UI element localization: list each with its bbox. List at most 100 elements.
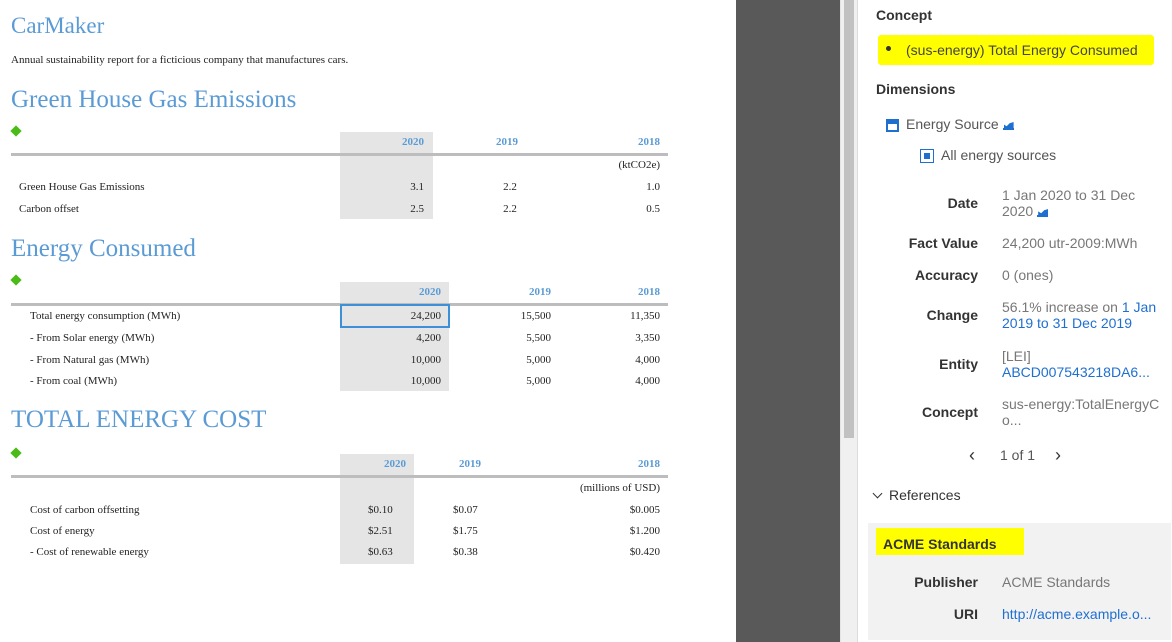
fact-value: 24,200 utr-2009:MWh	[1002, 235, 1138, 251]
fact-cell[interactable]: $1.75	[453, 525, 478, 537]
fact-cell[interactable]: 0.5	[560, 203, 660, 215]
fact-cell[interactable]: 2.2	[475, 203, 545, 215]
year-header: 2018	[638, 458, 660, 470]
chart-icon[interactable]	[1037, 208, 1049, 217]
date-value-row: 1 Jan 2020 to 31 Dec 2020	[1002, 187, 1164, 219]
fact-cell[interactable]: $0.07	[453, 504, 478, 516]
dimensions-heading: Dimensions	[876, 81, 956, 97]
row-label: - From Solar energy (MWh)	[30, 332, 155, 344]
table-rule	[11, 153, 668, 156]
fact-cell[interactable]: 3,350	[560, 332, 660, 344]
row-label: Carbon offset	[19, 203, 79, 215]
fact-cell-selected[interactable]: 24,200	[340, 310, 441, 322]
year-header: 2018	[638, 286, 660, 298]
fact-cell[interactable]: 3.1	[340, 181, 424, 193]
fact-cell[interactable]: $2.51	[368, 525, 393, 537]
unit-label: (millions of USD)	[579, 482, 660, 494]
row-label: Total energy consumption (MWh)	[30, 310, 181, 322]
fact-cell[interactable]: $0.420	[560, 546, 660, 558]
next-fact-button[interactable]: ›	[1055, 445, 1061, 466]
fact-cell[interactable]: 11,350	[560, 310, 660, 322]
year-header: 2019	[459, 458, 481, 470]
chart-icon[interactable]	[1002, 121, 1014, 130]
year-header: 2019	[496, 136, 518, 148]
row-label: - From coal (MWh)	[30, 375, 118, 387]
change-label: Change	[926, 307, 978, 323]
scrollbar-thumb[interactable]	[844, 0, 854, 438]
viewer-gutter	[736, 0, 840, 642]
fact-cell[interactable]: 5,000	[460, 354, 551, 366]
report-title: CarMaker	[11, 13, 105, 38]
date-label: Date	[947, 195, 978, 211]
reference-title: ACME Standards	[883, 536, 997, 552]
fact-cell[interactable]: 4,200	[340, 332, 441, 344]
fact-cell[interactable]: 15,500	[460, 310, 551, 322]
row-label: Cost of energy	[30, 525, 95, 537]
publisher-label: Publisher	[914, 574, 978, 590]
references-heading: References	[889, 487, 961, 503]
diamond-marker-icon[interactable]	[10, 125, 22, 137]
fact-cell[interactable]: $0.63	[368, 546, 393, 558]
accuracy-value: 0 (ones)	[1002, 267, 1054, 283]
fact-cell[interactable]: 2.2	[475, 181, 545, 193]
fact-value-label: Fact Value	[908, 235, 978, 251]
section-heading-ghg: Green House Gas Emissions	[11, 86, 297, 113]
diamond-marker-icon[interactable]	[10, 447, 22, 459]
change-text: 56.1% increase on	[1002, 299, 1122, 315]
year-header: 2020	[384, 458, 406, 470]
chevron-down-icon	[872, 488, 883, 499]
row-label: Cost of carbon offsetting	[30, 504, 140, 516]
year-header: 2020	[402, 136, 424, 148]
row-label: - From Natural gas (MWh)	[30, 354, 150, 366]
report-document: CarMaker Annual sustainability report fo…	[0, 0, 736, 642]
entity-id-link[interactable]: ABCD007543218DA6...	[1002, 364, 1164, 380]
concept-qname: sus-energy:TotalEnergyCo...	[1002, 396, 1160, 428]
uri-link[interactable]: http://acme.example.o...	[1002, 606, 1151, 622]
diamond-marker-icon[interactable]	[10, 274, 22, 286]
fact-cell[interactable]: 4,000	[560, 354, 660, 366]
year-header: 2019	[529, 286, 551, 298]
concept-name[interactable]: (sus-energy) Total Energy Consumed	[906, 42, 1138, 58]
row-label: - Cost of renewable energy	[30, 546, 149, 558]
date-value: 1 Jan 2020 to 31 Dec 2020	[1002, 187, 1136, 219]
fact-cell[interactable]: $0.10	[368, 504, 393, 516]
fact-cell[interactable]: $0.005	[560, 504, 660, 516]
references-toggle[interactable]: References	[872, 487, 961, 503]
fact-cell[interactable]: 5,000	[460, 375, 551, 387]
uri-label: URI	[953, 606, 978, 622]
pager-text: 1 of 1	[1000, 447, 1036, 463]
publisher-value: ACME Standards	[1002, 574, 1111, 590]
fact-cell[interactable]: 10,000	[340, 354, 441, 366]
section-heading-cost: TOTAL ENERGY COST	[11, 406, 267, 433]
fact-cell[interactable]: $0.38	[453, 546, 478, 558]
reference-card: ACME Standards Publisher ACME Standards …	[868, 523, 1171, 640]
section-heading-energy: Energy Consumed	[11, 235, 196, 262]
accuracy-label: Accuracy	[914, 267, 978, 283]
row-label: Green House Gas Emissions	[19, 181, 145, 193]
bullet-icon	[886, 46, 891, 51]
change-value: 56.1% increase on 1 Jan 2019 to 31 Dec 2…	[1002, 299, 1164, 331]
fact-cell[interactable]: 10,000	[340, 375, 441, 387]
report-subtitle: Annual sustainability report for a ficti…	[11, 54, 349, 66]
dimension-row[interactable]: Energy Source	[906, 116, 1014, 132]
prev-fact-button[interactable]: ‹	[969, 445, 975, 466]
member-icon	[920, 149, 934, 163]
concept-heading: Concept	[876, 7, 932, 23]
year-header: 2018	[638, 136, 660, 148]
entity-scheme: [LEI]	[1002, 348, 1031, 364]
fact-cell[interactable]: 2.5	[340, 203, 424, 215]
inspector-scrollbar[interactable]	[840, 0, 857, 642]
entity-value: [LEI] ABCD007543218DA6...	[1002, 348, 1164, 380]
fact-inspector-panel: Concept (sus-energy) Total Energy Consum…	[857, 0, 1172, 642]
fact-cell[interactable]: 4,000	[560, 375, 660, 387]
entity-label: Entity	[939, 356, 978, 372]
dimension-icon	[886, 119, 899, 132]
fact-cell[interactable]: 5,500	[460, 332, 551, 344]
dimension-member: All energy sources	[941, 147, 1057, 163]
fact-cell[interactable]: $1.200	[560, 525, 660, 537]
unit-label: (ktCO2e)	[618, 159, 660, 171]
dimension-name: Energy Source	[906, 116, 999, 132]
fact-cell[interactable]: 1.0	[560, 181, 660, 193]
table-rule	[11, 475, 668, 478]
year-header: 2020	[419, 286, 441, 298]
